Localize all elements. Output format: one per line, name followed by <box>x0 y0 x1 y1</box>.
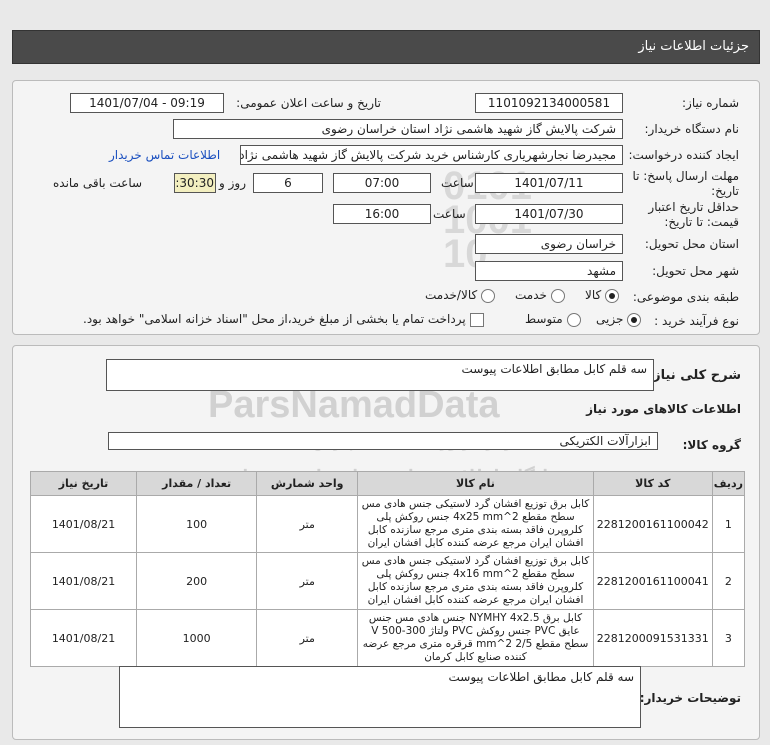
row-unit: متر <box>256 495 359 553</box>
category-option-goods-service[interactable]: کالا/خدمت <box>425 288 496 303</box>
col-unit-header: واحد شمارش <box>256 471 359 496</box>
buyer-contact-link[interactable]: اطلاعات تماس خریدار <box>109 148 220 162</box>
time-remaining-field: 21:30:30 <box>174 173 216 193</box>
province-label: استان محل تحویل: <box>644 237 739 251</box>
process-label: نوع فرآیند خرید : <box>654 314 739 328</box>
row-date: 1401/08/21 <box>29 609 138 667</box>
page-title: جزئیات اطلاعات نیاز <box>638 39 749 54</box>
process-option-minor[interactable]: جزیی <box>596 312 642 327</box>
row-index: 3 <box>711 609 746 667</box>
announce-field: 1401/07/04 - 09:19 <box>70 93 224 113</box>
buyer-notes-label: توضیحات خریدار: <box>639 691 741 705</box>
need-number-field: 1101092134000581 <box>475 93 623 113</box>
table-row: 1 2281200161100042 کابل برق توزیع افشان … <box>29 495 746 553</box>
row-name: کابل برق توزیع افشان گرد لاستیکی جنس هاد… <box>357 495 594 553</box>
col-index-header: ردیف <box>711 471 746 496</box>
announce-label: تاریخ و ساعت اعلان عمومی: <box>236 96 381 110</box>
goods-group-field: ابزارآلات الکتریکی <box>108 432 658 450</box>
time-remaining-label: ساعت باقی مانده <box>53 176 143 190</box>
row-unit: متر <box>256 552 359 610</box>
row-qty: 200 <box>136 552 258 610</box>
treasury-payment-option[interactable]: پرداخت تمام یا بخشی از مبلغ خرید،از محل … <box>83 312 484 327</box>
row-name: کابل برق NYMHY 4x2.5 جنس هادی مس جنس عای… <box>357 609 594 667</box>
radio-service[interactable] <box>550 288 565 303</box>
col-name-header: نام کالا <box>357 471 594 496</box>
goods-panel: ParsNamadData مرکز فراوری اطلاعات پارس ن… <box>12 345 760 740</box>
goods-info-title: اطلاعات کالاهای مورد نیاز <box>586 402 741 416</box>
radio-goods[interactable] <box>605 288 620 303</box>
requester-field: مجیدرضا نجارشهریاری کارشناس خرید شرکت پا… <box>240 145 623 165</box>
requester-label: ایجاد کننده درخواست: <box>628 148 739 162</box>
deadline-time-field: 07:00 <box>333 173 431 193</box>
validity-time-label: ساعت <box>433 207 466 221</box>
row-code: 2281200161100041 <box>592 552 713 610</box>
buyer-org-field: شرکت پالایش گاز شهید هاشمی نژاد استان خر… <box>173 119 623 139</box>
summary-field: سه قلم کابل مطابق اطلاعات پیوست <box>106 359 654 391</box>
validity-label-2: قیمت: تا تاریخ: <box>664 215 739 229</box>
col-code-header: کد کالا <box>592 471 713 496</box>
summary-label: شرح کلی نیاز: <box>647 368 741 383</box>
row-code: 2281200161100042 <box>592 495 713 553</box>
table-header-row: ردیف کد کالا نام کالا واحد شمارش تعداد /… <box>29 471 746 496</box>
radio-medium[interactable] <box>566 312 581 327</box>
validity-date-field: 1401/07/30 <box>475 204 623 224</box>
buyer-org-label: نام دستگاه خریدار: <box>644 122 740 136</box>
category-label: طبقه بندی موضوعی: <box>632 290 739 304</box>
row-unit: متر <box>256 609 359 667</box>
category-option-goods[interactable]: کالا <box>585 288 620 303</box>
row-date: 1401/08/21 <box>29 552 138 610</box>
radio-minor[interactable] <box>627 312 642 327</box>
need-details-panel: 0101 1001 10 شماره نیاز: 110109213400058… <box>12 80 760 335</box>
deadline-label-1: مهلت ارسال پاسخ: تا <box>632 169 739 183</box>
deadline-time-label: ساعت <box>441 176 474 190</box>
city-field: مشهد <box>475 261 623 281</box>
radio-goods-service[interactable] <box>481 288 496 303</box>
category-option-service[interactable]: خدمت <box>515 288 565 303</box>
treasury-checkbox[interactable] <box>469 312 484 327</box>
province-field: خراسان رضوی <box>475 234 623 254</box>
row-code: 2281200091531331 <box>592 609 713 667</box>
city-label: شهر محل تحویل: <box>652 264 739 278</box>
days-remaining-field: 6 <box>253 173 323 193</box>
goods-table: ردیف کد کالا نام کالا واحد شمارش تعداد /… <box>29 471 746 667</box>
validity-time-field: 16:00 <box>333 204 431 224</box>
row-name: کابل برق توزیع افشان گرد لاستیکی جنس هاد… <box>357 552 594 610</box>
row-qty: 1000 <box>136 609 258 667</box>
row-index: 1 <box>711 495 746 553</box>
row-date: 1401/08/21 <box>29 495 138 553</box>
deadline-date-field: 1401/07/11 <box>475 173 623 193</box>
goods-group-label: گروه کالا: <box>682 438 741 452</box>
table-row: 2 2281200161100041 کابل برق توزیع افشان … <box>29 552 746 610</box>
page-header: جزئیات اطلاعات نیاز <box>12 30 760 64</box>
process-option-medium[interactable]: متوسط <box>525 312 581 327</box>
table-row: 3 2281200091531331 کابل برق NYMHY 4x2.5 … <box>29 609 746 667</box>
col-date-header: تاریخ نیاز <box>29 471 138 496</box>
buyer-notes-field: سه قلم کابل مطابق اطلاعات پیوست <box>119 666 641 728</box>
need-number-label: شماره نیاز: <box>682 96 739 110</box>
col-qty-header: تعداد / مقدار <box>136 471 258 496</box>
row-qty: 100 <box>136 495 258 553</box>
validity-label-1: حداقل تاریخ اعتبار <box>648 200 739 214</box>
deadline-label-2: تاریخ: <box>711 184 739 198</box>
days-label: روز و <box>219 176 246 190</box>
row-index: 2 <box>711 552 746 610</box>
